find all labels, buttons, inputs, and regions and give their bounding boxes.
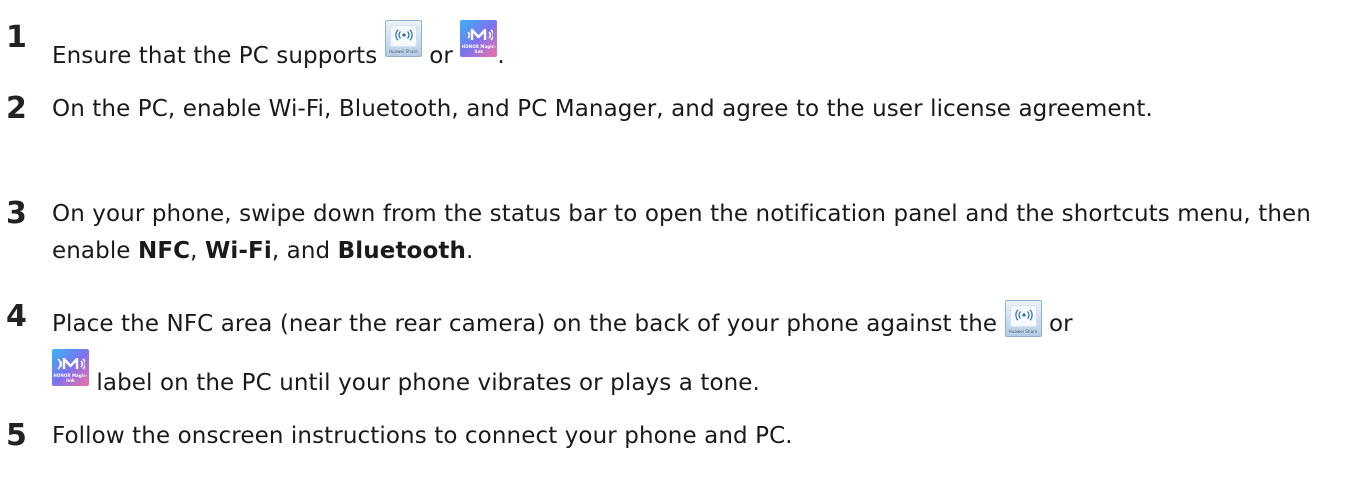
step-text: Follow the onscreen instructions to conn… (52, 423, 793, 449)
step-text: On your phone, swipe down from the statu… (52, 201, 1311, 264)
step-text: On the PC, enable Wi-Fi, Bluetooth, and … (52, 96, 1153, 122)
step-number: 3 (6, 196, 27, 231)
step-number: 1 (6, 20, 27, 55)
honor-magic-link-icon: HONOR Magic-link (460, 20, 498, 57)
step-text: Ensure that the PC supports Huawei Share… (52, 20, 1342, 75)
wifi-label: Wi-Fi (204, 238, 272, 264)
step-number: 4 (6, 299, 27, 334)
step-number: 2 (6, 91, 27, 126)
step-number: 5 (6, 418, 27, 453)
nfc-label: NFC (137, 238, 191, 264)
bluetooth-label: Bluetooth (337, 238, 466, 264)
huawei-share-icon: Huawei Share (384, 20, 422, 57)
huawei-share-icon: Huawei Share (1004, 300, 1042, 337)
step-text: Place the NFC area (near the rear camera… (52, 299, 1342, 408)
honor-magic-link-icon: HONOR Magic-link (52, 349, 89, 386)
